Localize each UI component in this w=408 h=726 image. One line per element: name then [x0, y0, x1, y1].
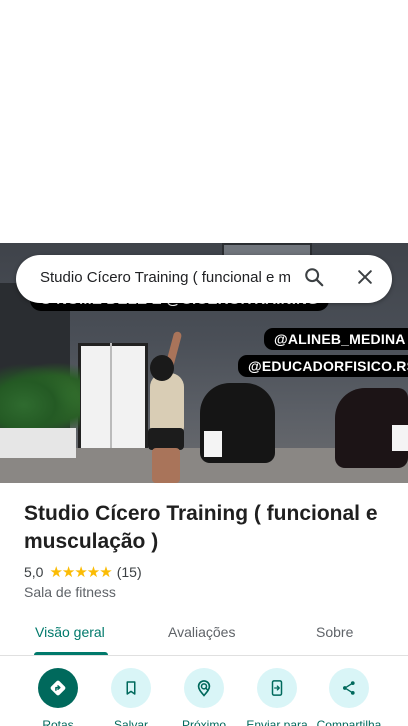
- tab-about[interactable]: Sobre: [316, 624, 353, 640]
- bookmark-icon: [111, 668, 151, 708]
- photo-person-shorts: [148, 428, 184, 450]
- share-button[interactable]: Compartilha: [309, 668, 389, 726]
- rating-row[interactable]: 5,0 ★★★★★ (15): [24, 563, 142, 581]
- send-to-phone-button[interactable]: Enviar para: [237, 668, 317, 726]
- tab-overview[interactable]: Visão geral: [35, 624, 105, 640]
- directions-button[interactable]: Rotas: [18, 668, 98, 726]
- search-bar[interactable]: Studio Cícero Training ( funcional e m: [16, 255, 392, 303]
- photo-person-legs: [152, 448, 180, 483]
- photo-door: [78, 343, 148, 453]
- photo-person-head: [150, 355, 174, 381]
- photo-plant: [0, 363, 80, 433]
- share-icon: [329, 668, 369, 708]
- action-label: Salvar: [113, 718, 148, 726]
- rating-value: 5,0: [24, 564, 44, 580]
- place-title: Studio Cícero Training ( funcional e mus…: [24, 502, 378, 553]
- action-label: Compartilha: [316, 718, 382, 726]
- directions-icon: [38, 668, 78, 708]
- place-tabs: Visão geral Avaliações Sobre: [0, 612, 408, 656]
- search-icon: [303, 266, 325, 293]
- search-input[interactable]: Studio Cícero Training ( funcional e m: [40, 269, 304, 286]
- place-category[interactable]: Sala de fitness: [24, 584, 116, 600]
- close-icon: [355, 267, 375, 292]
- photo-caption-handle: @EDUCADORFISICO.RS: [238, 355, 408, 377]
- map-blank-area: [0, 0, 408, 243]
- photo-person: [150, 373, 184, 433]
- tab-reviews[interactable]: Avaliações: [168, 624, 235, 640]
- nearby-button[interactable]: Próximo: [164, 668, 244, 726]
- review-count[interactable]: (15): [117, 564, 142, 580]
- clear-search-button[interactable]: [349, 263, 381, 295]
- send-to-phone-icon: [257, 668, 297, 708]
- action-bar: Rotas Salvar Próximo Enviar para Compart…: [0, 668, 408, 726]
- save-button[interactable]: Salvar: [91, 668, 171, 726]
- rating-stars: ★★★★★: [49, 564, 112, 581]
- action-label: Enviar para: [246, 718, 308, 726]
- photo-license-plate: [392, 425, 408, 451]
- photo-planter: [0, 428, 76, 458]
- nearby-icon: [184, 668, 224, 708]
- action-label: Rotas: [42, 718, 74, 726]
- search-button[interactable]: [298, 263, 330, 295]
- action-label: Próximo: [181, 718, 226, 726]
- photo-license-plate: [204, 431, 222, 457]
- photo-caption-handle: @ALINEB_MEDINA: [264, 328, 408, 350]
- photo-door-frame: [110, 343, 112, 453]
- active-tab-indicator: [34, 652, 108, 655]
